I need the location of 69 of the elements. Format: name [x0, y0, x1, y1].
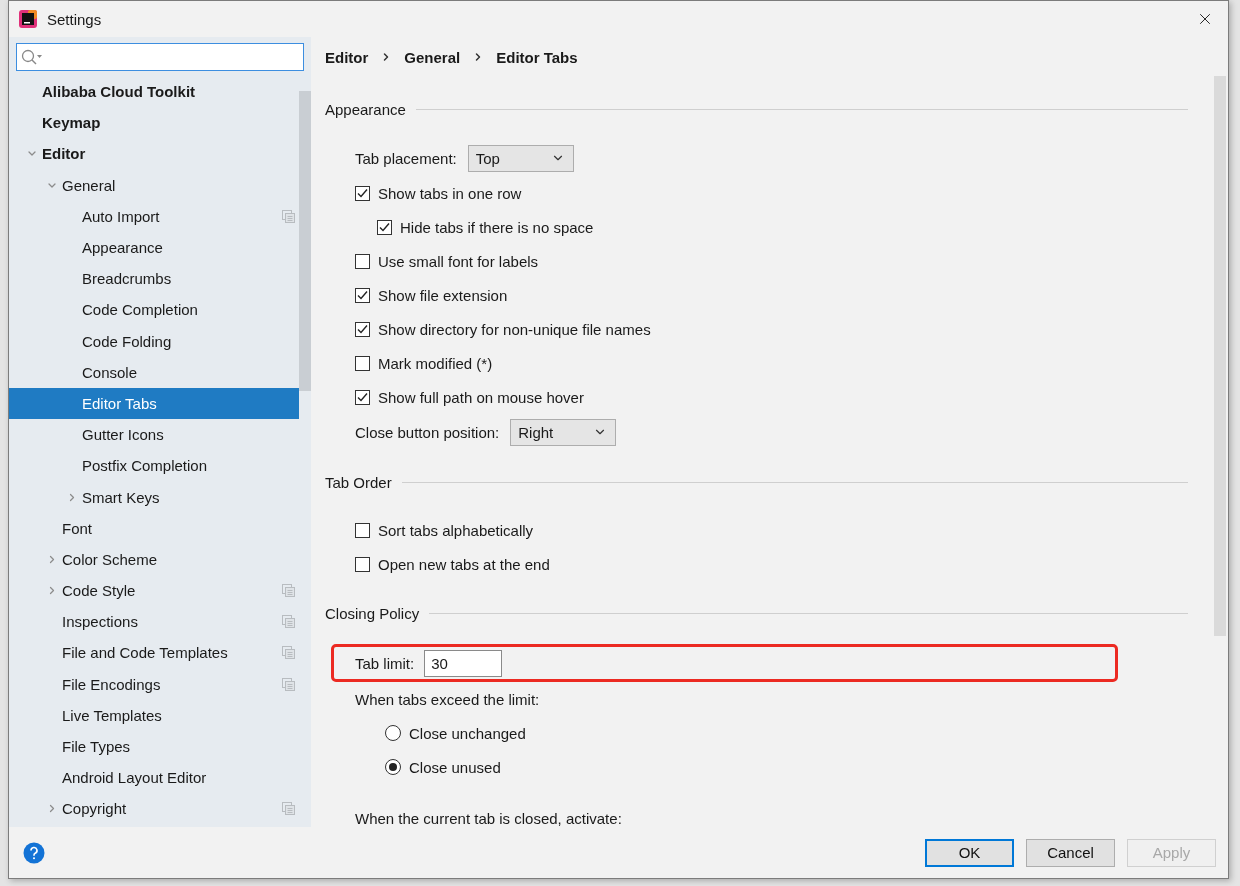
checkbox-label: Hide tabs if there is no space — [400, 218, 594, 236]
window-title: Settings — [47, 10, 103, 28]
breadcrumb-item[interactable]: Editor — [325, 48, 369, 66]
tree-item[interactable]: Color Scheme — [9, 543, 299, 575]
checkbox-label: Show full path on mouse hover — [378, 388, 584, 406]
tree-item[interactable]: Auto Import — [9, 200, 299, 232]
tree-item[interactable]: Gutter Icons — [9, 419, 299, 451]
radio-button[interactable] — [385, 725, 401, 741]
tree-item[interactable]: File Encodings — [9, 668, 299, 700]
group-label: When the current tab is closed, activate: — [355, 809, 622, 827]
tree-item[interactable]: Breadcrumbs — [9, 263, 299, 295]
tree-item[interactable]: Alibaba Cloud Toolkit — [9, 76, 299, 108]
search-icon — [21, 49, 43, 65]
tree-item[interactable]: Console — [9, 356, 299, 388]
tree-item[interactable]: Smart Keys — [9, 481, 299, 513]
checkbox[interactable] — [377, 219, 392, 235]
tree-item[interactable]: File Types — [9, 730, 299, 763]
radio-button[interactable] — [385, 759, 401, 775]
checkbox-label: Show tabs in one row — [378, 184, 522, 202]
help-icon[interactable] — [23, 841, 45, 864]
input-field[interactable]: 30 — [424, 649, 503, 677]
tree-item[interactable]: Keymap — [9, 107, 299, 139]
tree-item[interactable]: Code Completion — [9, 294, 299, 326]
tree-item[interactable]: Copyright — [9, 793, 299, 825]
app-logo-icon — [19, 10, 37, 28]
field-label: Tab placement: — [355, 149, 457, 167]
tree-item[interactable]: Code Style — [9, 575, 299, 607]
checkbox[interactable] — [355, 355, 370, 371]
section-title: Tab Order — [325, 473, 392, 491]
checkbox[interactable] — [355, 522, 370, 538]
checkbox[interactable] — [355, 287, 370, 303]
scrollbar-thumb[interactable] — [1214, 76, 1226, 636]
section-title: Closing Policy — [325, 604, 420, 622]
search-field[interactable] — [16, 43, 304, 71]
checkbox[interactable] — [355, 556, 370, 572]
tree-item[interactable]: Code Folding — [9, 325, 299, 357]
field-label: Close button position: — [355, 423, 500, 441]
checkbox[interactable] — [355, 253, 370, 269]
tree-item[interactable]: Live Templates — [9, 699, 299, 731]
tree-item[interactable]: Font — [9, 512, 299, 544]
ok-button[interactable]: OK — [925, 838, 1014, 867]
checkbox-label: Mark modified (*) — [378, 354, 493, 372]
radio-label: Close unused — [409, 758, 501, 776]
tree-item[interactable]: General — [9, 169, 299, 201]
tree-item[interactable]: File and Code Templates — [9, 637, 299, 669]
breadcrumb-item[interactable]: Editor Tabs — [496, 48, 578, 66]
breadcrumb-item[interactable]: General — [404, 48, 461, 66]
checkbox[interactable] — [355, 389, 370, 405]
section-title: Appearance — [325, 100, 406, 118]
field-label: Tab limit: — [355, 654, 415, 672]
checkbox[interactable] — [355, 185, 370, 201]
tree-item[interactable]: Android Layout Editor — [9, 762, 299, 794]
checkbox-label: Show directory for non-unique file names — [378, 320, 651, 338]
dropdown[interactable]: Top — [467, 144, 574, 172]
tree-item[interactable]: Editor Tabs — [9, 387, 299, 420]
radio-label: Close unchanged — [409, 724, 526, 742]
group-label: When tabs exceed the limit: — [355, 690, 540, 708]
tree-item[interactable]: Editor — [9, 138, 299, 170]
checkbox-label: Open new tabs at the end — [378, 555, 550, 573]
scrollbar-thumb[interactable] — [299, 91, 311, 391]
tree-item[interactable]: Postfix Completion — [9, 450, 299, 482]
tree-item[interactable]: Inspections — [9, 606, 299, 638]
checkbox-label: Sort tabs alphabetically — [378, 521, 534, 539]
tree-item[interactable]: Appearance — [9, 231, 299, 264]
dropdown[interactable]: Right — [510, 418, 617, 446]
checkbox-label: Use small font for labels — [378, 252, 539, 270]
checkbox[interactable] — [355, 321, 370, 337]
checkbox-label: Show file extension — [378, 286, 508, 304]
cancel-button[interactable]: Cancel — [1026, 838, 1115, 867]
